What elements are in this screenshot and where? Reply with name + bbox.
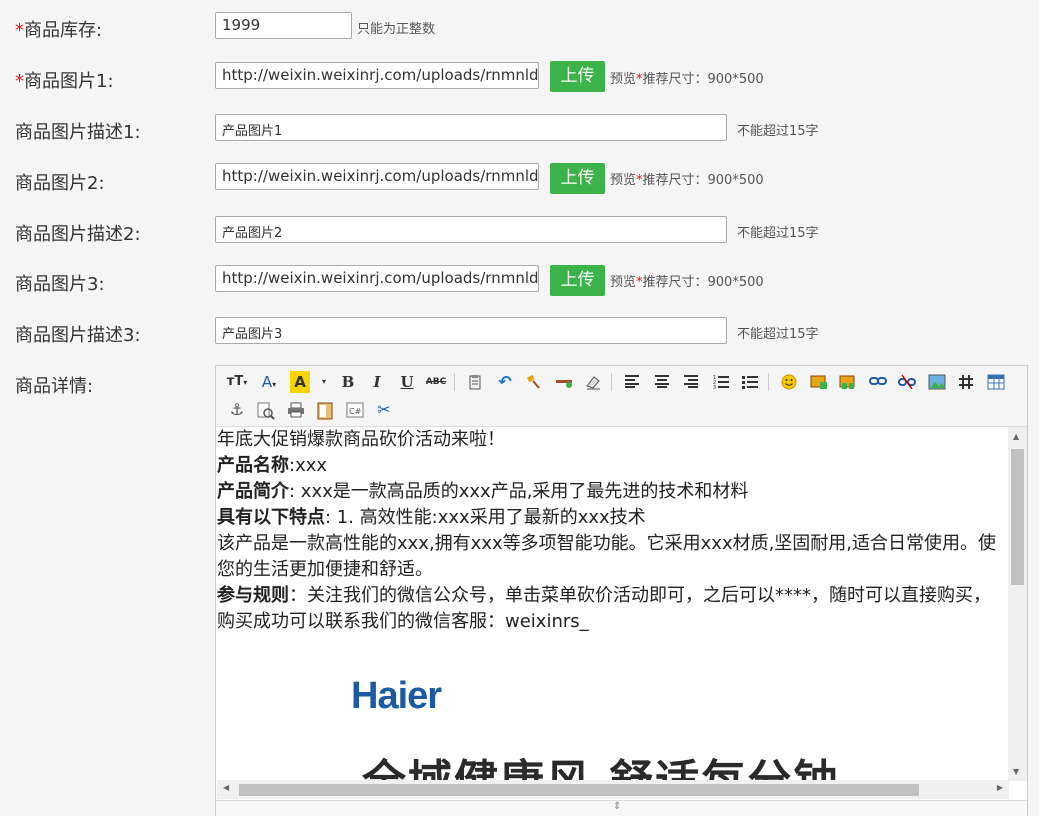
content-line: 年底大促销爆款商品砍价活动来啦！ <box>217 429 505 450</box>
toolbar-separator <box>611 373 612 391</box>
image1-upload-button[interactable]: 上传 <box>550 61 605 92</box>
unlink-icon[interactable] <box>896 371 918 393</box>
image3-label: 商品图片3: <box>15 274 105 295</box>
insert-multi-image-icon[interactable] <box>837 371 859 393</box>
insert-line-icon[interactable] <box>553 371 575 393</box>
cut-icon[interactable]: ✂ <box>373 399 395 421</box>
code-icon[interactable]: C# <box>344 399 366 421</box>
font-color-icon[interactable]: A▾ <box>258 371 280 393</box>
required-mark: * <box>15 71 24 92</box>
print-icon[interactable] <box>285 399 307 421</box>
required-mark: * <box>15 20 24 41</box>
image2-preview-link[interactable]: 预览 <box>610 173 636 188</box>
unordered-list-icon[interactable] <box>739 371 761 393</box>
table-icon[interactable] <box>985 371 1007 393</box>
svg-text:3: 3 <box>713 385 716 390</box>
horizontal-scroll-thumb[interactable] <box>239 784 919 796</box>
anchor-icon[interactable]: ⚓ <box>226 399 248 421</box>
scroll-right-icon[interactable]: ▶ <box>997 783 1003 792</box>
editor-content[interactable]: 年底大促销爆款商品砍价活动来啦！ 产品名称:xxx 产品简介: xxx是一款高品… <box>217 427 1008 781</box>
detail-label: 商品详情: <box>15 376 94 397</box>
desc2-label: 商品图片描述2: <box>15 224 141 245</box>
font-size-icon[interactable]: тT▾ <box>226 371 248 393</box>
eraser-icon[interactable] <box>582 371 604 393</box>
editor-resize-handle[interactable]: ⇕ <box>216 800 1027 816</box>
italic-icon[interactable]: I <box>366 371 388 393</box>
rich-text-editor: тT▾ A▾ A ▾ B I U ABC ↶ 123 ⚓ C# ✂ 年底大促销爆… <box>215 365 1028 816</box>
scroll-up-icon[interactable]: ▲ <box>1013 432 1019 441</box>
template-icon[interactable] <box>314 399 336 421</box>
highlight-icon[interactable]: A <box>290 371 310 393</box>
scroll-left-icon[interactable]: ◀ <box>223 783 229 792</box>
content-line: 该产品是一款高性能的xxx,拥有xxx等多项智能功能。它采用xxx材质,坚固耐用… <box>217 533 997 580</box>
emoticon-icon[interactable] <box>778 371 800 393</box>
product-image: Haier 全域健康风 舒适每分钟 <box>217 667 1008 781</box>
image1-label: *商品图片1: <box>15 71 114 92</box>
desc1-hint: 不能超过15字 <box>737 124 819 139</box>
content-line: 具有以下特点: 1. 高效性能:xxx采用了最新的xxx技术 <box>217 507 646 528</box>
image3-url-input[interactable]: http://weixin.weixinrj.com/uploads/rnmnl… <box>215 265 539 292</box>
desc3-input[interactable]: 产品图片3 <box>215 317 727 344</box>
stock-hint: 只能为正整数 <box>357 22 436 37</box>
editor-toolbar: тT▾ A▾ A ▾ B I U ABC ↶ 123 ⚓ C# ✂ <box>216 366 1027 427</box>
stock-input[interactable]: 1999 <box>215 12 352 39</box>
image-icon[interactable] <box>926 371 948 393</box>
desc1-input[interactable]: 产品图片1 <box>215 114 727 141</box>
ordered-list-icon[interactable]: 123 <box>710 371 732 393</box>
preview-icon[interactable] <box>255 399 277 421</box>
toolbar-separator <box>454 373 455 391</box>
resize-grip-icon[interactable]: ⇕ <box>613 801 621 812</box>
image1-preview-link[interactable]: 预览 <box>610 72 636 87</box>
align-right-icon[interactable] <box>680 371 702 393</box>
banner-headline: 全域健康风 舒适每分钟 <box>362 745 839 781</box>
svg-text:C#: C# <box>349 407 362 416</box>
desc2-hint: 不能超过15字 <box>737 226 819 241</box>
vertical-scroll-thumb[interactable] <box>1011 449 1024 585</box>
content-line: 参与规则：关注我们的微信公众号，单击菜单砍价活动即可，之后可以****，随时可以… <box>217 585 991 632</box>
highlight-dropdown-icon[interactable]: ▾ <box>313 371 335 393</box>
stock-label: *商品库存: <box>15 20 103 41</box>
paste-icon[interactable] <box>464 371 486 393</box>
table-grid-icon[interactable] <box>955 371 977 393</box>
link-icon[interactable] <box>867 371 889 393</box>
image3-preview-link[interactable]: 预览 <box>610 275 636 290</box>
undo-icon[interactable]: ↶ <box>494 371 516 393</box>
desc3-label: 商品图片描述3: <box>15 325 141 346</box>
image3-upload-button[interactable]: 上传 <box>550 265 605 296</box>
image2-url-input[interactable]: http://weixin.weixinrj.com/uploads/rnmnl… <box>215 163 539 190</box>
underline-icon[interactable]: U <box>396 371 418 393</box>
image2-label: 商品图片2: <box>15 173 105 194</box>
desc1-label: 商品图片描述1: <box>15 122 141 143</box>
editor-horizontal-scrollbar[interactable]: ◀ ▶ <box>217 780 1009 799</box>
insert-image-icon[interactable] <box>808 371 830 393</box>
haier-logo: Haier <box>351 675 442 717</box>
desc2-input[interactable]: 产品图片2 <box>215 216 727 243</box>
format-brush-icon[interactable] <box>523 371 545 393</box>
image1-hint: 预览*推荐尺寸：900*500 <box>610 72 764 87</box>
strikethrough-icon[interactable]: ABC <box>425 371 447 393</box>
image2-upload-button[interactable]: 上传 <box>550 163 605 194</box>
image1-url-input[interactable]: http://weixin.weixinrj.com/uploads/rnmnl… <box>215 62 539 89</box>
content-line: 产品名称:xxx <box>217 455 328 476</box>
align-left-icon[interactable] <box>621 371 643 393</box>
bold-icon[interactable]: B <box>337 371 359 393</box>
image3-hint: 预览*推荐尺寸：900*500 <box>610 275 764 290</box>
scroll-down-icon[interactable]: ▼ <box>1013 767 1019 776</box>
editor-vertical-scrollbar[interactable]: ▲ ▼ <box>1008 427 1027 781</box>
desc3-hint: 不能超过15字 <box>737 327 819 342</box>
align-center-icon[interactable] <box>651 371 673 393</box>
image2-hint: 预览*推荐尺寸：900*500 <box>610 173 764 188</box>
toolbar-separator <box>768 373 769 391</box>
content-line: 产品简介: xxx是一款高品质的xxx产品,采用了最先进的技术和材料 <box>217 481 749 502</box>
